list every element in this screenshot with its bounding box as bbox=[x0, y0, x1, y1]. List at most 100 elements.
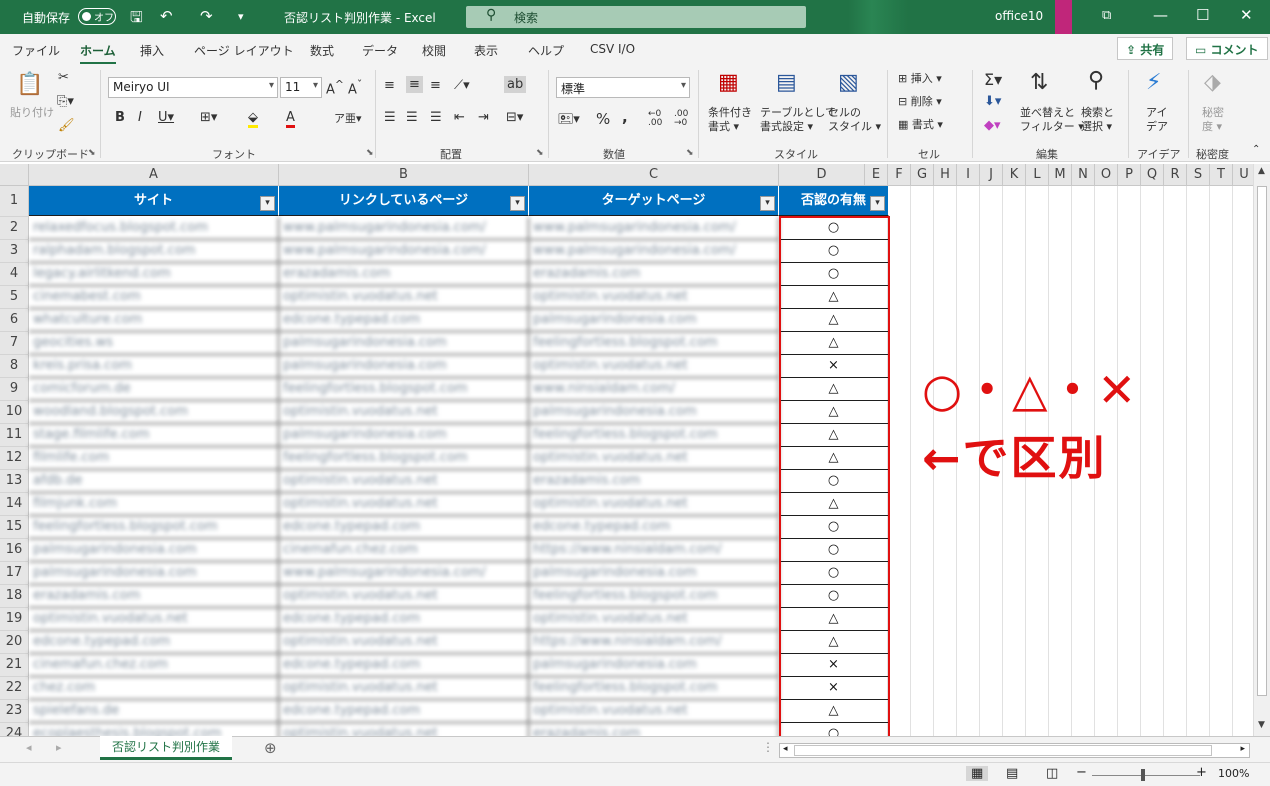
row-header[interactable]: 18 bbox=[0, 585, 29, 608]
undo-icon[interactable]: ↶ bbox=[160, 7, 173, 25]
h-scroll-thumb[interactable] bbox=[794, 745, 1212, 756]
column-header-k[interactable]: K bbox=[1003, 164, 1026, 186]
vertical-scrollbar[interactable]: ▲ ▼ bbox=[1253, 164, 1270, 736]
filter-dropdown-icon[interactable]: ▾ bbox=[510, 196, 525, 211]
align-right-icon[interactable]: ☰ bbox=[430, 110, 442, 125]
table-cell[interactable]: cinemafun.chez.com bbox=[29, 654, 279, 677]
tab-help[interactable]: ヘルプ bbox=[528, 42, 564, 59]
fill-color-icon[interactable]: ⬙ bbox=[248, 110, 258, 128]
autosum-icon[interactable]: Σ▾ bbox=[984, 70, 1002, 89]
status-cell[interactable]: ○ bbox=[779, 539, 889, 562]
tab-csv-io[interactable]: CSV I/O bbox=[590, 42, 635, 56]
worksheet-grid[interactable]: ABCDEFGHIJKLMNOPQRSTU 1 2 3 4 5 6 7 8 9 10 11 12 13 1… bbox=[0, 164, 1270, 736]
table-cell[interactable]: erazadamis.com bbox=[529, 263, 779, 286]
phonetic-icon[interactable]: ア亜▾ bbox=[334, 110, 362, 126]
status-cell[interactable]: △ bbox=[779, 493, 889, 516]
row-header[interactable]: 9 bbox=[0, 378, 29, 401]
table-cell[interactable]: feelingfortless.blogspot.com bbox=[279, 447, 529, 470]
status-cell[interactable]: ○ bbox=[779, 470, 889, 493]
table-header-cell[interactable]: 否認の有無 ▾ bbox=[779, 186, 889, 216]
font-name-combo[interactable]: Meiryo UI ▾ bbox=[108, 77, 278, 98]
align-bottom-icon[interactable]: ≡ bbox=[430, 78, 441, 93]
table-cell[interactable]: cinemabest.com bbox=[29, 286, 279, 309]
row-header[interactable]: 17 bbox=[0, 562, 29, 585]
ideas-button[interactable]: アイ デア bbox=[1146, 106, 1168, 134]
conditional-format-icon[interactable]: ▦ bbox=[718, 70, 739, 95]
table-cell[interactable]: https://www.ninsialdam.com/ bbox=[529, 631, 779, 654]
align-center-icon[interactable]: ☰ bbox=[406, 110, 418, 125]
orientation-icon[interactable]: ⟋▾ bbox=[454, 78, 470, 93]
status-cell[interactable]: × bbox=[779, 677, 889, 700]
status-cell[interactable]: △ bbox=[779, 401, 889, 424]
comment-button[interactable]: ▭ コメント bbox=[1186, 37, 1268, 60]
add-sheet-icon[interactable]: ⊕ bbox=[264, 739, 277, 757]
table-cell[interactable]: palmsugarindonesia.com bbox=[279, 332, 529, 355]
table-cell[interactable]: optimistin.vuodatus.net bbox=[529, 355, 779, 378]
table-cell[interactable]: optimistin.vuodatus.net bbox=[529, 447, 779, 470]
table-cell[interactable]: optimistin.vuodatus.net bbox=[279, 401, 529, 424]
user-avatar[interactable] bbox=[1055, 0, 1072, 34]
increase-indent-icon[interactable]: ⇥ bbox=[478, 110, 489, 125]
status-cell[interactable]: △ bbox=[779, 424, 889, 447]
column-header-r[interactable]: R bbox=[1164, 164, 1187, 186]
table-cell[interactable]: woodland.blogspot.com bbox=[29, 401, 279, 424]
row-header[interactable]: 22 bbox=[0, 677, 29, 700]
table-cell[interactable]: optimistin.vuodatus.net bbox=[279, 723, 529, 736]
zoom-in-icon[interactable]: + bbox=[1196, 765, 1207, 780]
scroll-up-icon[interactable]: ▲ bbox=[1258, 166, 1265, 176]
table-cell[interactable]: optimistin.vuodatus.net bbox=[279, 585, 529, 608]
table-cell[interactable]: optimistin.vuodatus.net bbox=[279, 677, 529, 700]
grow-font-icon[interactable]: A^ bbox=[326, 78, 344, 97]
cut-icon[interactable]: ✂ bbox=[58, 70, 69, 85]
scroll-left-icon[interactable]: ◂ bbox=[783, 744, 788, 754]
table-cell[interactable]: palmsugarindonesia.com bbox=[529, 401, 779, 424]
status-cell[interactable]: × bbox=[779, 654, 889, 677]
merge-center-icon[interactable]: ⊟▾ bbox=[506, 110, 523, 125]
table-cell[interactable]: legacy.airlitkend.com bbox=[29, 263, 279, 286]
table-cell[interactable]: edcone.typepad.com bbox=[29, 631, 279, 654]
table-cell[interactable]: relaxedfocus.blogspot.com bbox=[29, 217, 279, 240]
row-header[interactable]: 12 bbox=[0, 447, 29, 470]
share-button[interactable]: ⇪ 共有 bbox=[1117, 37, 1174, 60]
filter-dropdown-icon[interactable]: ▾ bbox=[260, 196, 275, 211]
table-cell[interactable]: erazadamis.com bbox=[29, 585, 279, 608]
column-header-p[interactable]: P bbox=[1118, 164, 1141, 186]
close-icon[interactable]: ✕ bbox=[1240, 6, 1253, 24]
row-header[interactable]: 8 bbox=[0, 355, 29, 378]
table-cell[interactable]: optimistin.vuodatus.net bbox=[529, 700, 779, 723]
tab-data[interactable]: データ bbox=[362, 42, 398, 59]
sensitivity-icon[interactable]: ⬗ bbox=[1204, 70, 1221, 95]
table-cell[interactable]: palmsugarindonesia.com bbox=[529, 562, 779, 585]
scroll-thumb[interactable] bbox=[1257, 186, 1267, 696]
sensitivity-button[interactable]: 秘密度 ▾ bbox=[1202, 106, 1224, 134]
column-header-c[interactable]: C bbox=[529, 164, 779, 186]
format-as-table-button[interactable]: テーブルとして 書式設定 ▾ bbox=[760, 106, 836, 134]
tab-insert[interactable]: 挿入 bbox=[140, 42, 164, 59]
customize-qat-icon[interactable]: ▾ bbox=[238, 10, 244, 23]
maximize-icon[interactable]: ☐ bbox=[1196, 6, 1209, 24]
row-header[interactable]: 15 bbox=[0, 516, 29, 539]
alignment-launcher-icon[interactable]: ⬊ bbox=[536, 148, 544, 158]
scroll-down-icon[interactable]: ▼ bbox=[1258, 720, 1265, 730]
format-as-table-icon[interactable]: ▤ bbox=[776, 70, 797, 95]
table-cell[interactable]: whatculture.com bbox=[29, 309, 279, 332]
row-header[interactable]: 23 bbox=[0, 700, 29, 723]
table-header-cell[interactable]: サイト ▾ bbox=[29, 186, 279, 216]
table-cell[interactable]: www.palmsugarindonesia.com/ bbox=[529, 240, 779, 263]
format-painter-icon[interactable]: 🖌 bbox=[58, 118, 75, 133]
select-all-corner[interactable] bbox=[0, 164, 29, 186]
filter-dropdown-icon[interactable]: ▾ bbox=[870, 196, 885, 211]
table-cell[interactable]: filmlife.com bbox=[29, 447, 279, 470]
row-header[interactable]: 14 bbox=[0, 493, 29, 516]
status-cell[interactable]: △ bbox=[779, 447, 889, 470]
redo-icon[interactable]: ↷ bbox=[200, 7, 213, 25]
status-cell[interactable]: ○ bbox=[779, 217, 889, 240]
normal-view-icon[interactable]: ▦ bbox=[966, 766, 989, 781]
table-cell[interactable]: edcone.typepad.com bbox=[279, 654, 529, 677]
tab-file[interactable]: ファイル bbox=[12, 42, 60, 59]
save-icon[interactable]: 🖫 bbox=[130, 7, 143, 32]
align-left-icon[interactable]: ☰ bbox=[384, 110, 396, 125]
row-header[interactable]: 24 bbox=[0, 723, 29, 736]
column-header-m[interactable]: M bbox=[1049, 164, 1072, 186]
table-cell[interactable]: erazadamis.com bbox=[279, 263, 529, 286]
